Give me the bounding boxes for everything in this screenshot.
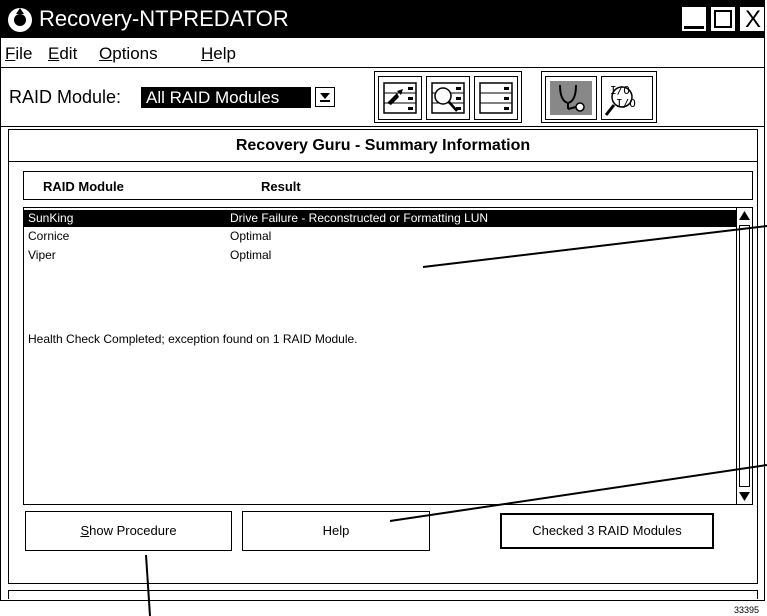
icon-io-text-top: I/O [610,84,630,97]
dropdown-arrow-icon[interactable] [315,87,335,107]
raid-module-select[interactable]: All RAID Modules [141,87,311,108]
menu-help-label: elp [213,44,236,63]
show-procedure-button[interactable]: Show Procedure [25,511,232,551]
menu-file-label: ile [15,44,33,63]
menu-edit-accel: E [48,44,60,63]
status-bar [8,590,758,599]
toolbar: RAID Module: All RAID Modules I/O I/O [1,69,764,127]
scroll-up-icon[interactable] [737,209,752,223]
scroll-down-icon[interactable] [737,489,752,503]
title-bar: Recovery-NTPREDATOR X [1,1,764,38]
menu-options-label: ptions [112,44,158,63]
menu-edit[interactable]: Edit [48,44,77,64]
summary-panel: Recovery Guru - Summary Information RAID… [8,129,758,584]
vertical-scrollbar[interactable] [736,208,752,504]
menu-bar: File Edit Options Help [1,38,764,68]
menu-edit-label: dit [59,44,78,63]
recovery-toolbar-group: I/O I/O [541,71,657,123]
status-icon[interactable] [426,76,470,120]
list-item-result: Drive Failure - Reconstructed or Formatt… [230,211,489,225]
configuration-icon[interactable] [378,76,422,120]
list-item-module: Cornice [28,229,70,243]
show-procedure-label: how Procedure [89,523,177,538]
list-item[interactable]: SunKing Drive Failure - Reconstructed or… [24,210,737,227]
minimize-button[interactable] [682,7,706,31]
list-item-module: Viper [28,248,56,262]
column-header-result: Result [261,179,301,194]
list-item-result: Optimal [230,248,272,262]
show-procedure-accel: S [80,523,90,538]
column-header-module: RAID Module [43,179,124,194]
raid-module-icon[interactable]: I/O I/O [601,76,653,120]
recovery-icon[interactable] [474,76,518,120]
maintenance-icon[interactable] [545,76,597,120]
menu-file[interactable]: File [5,44,32,64]
icon-io-text-bottom: I/O [616,97,636,110]
application-toolbar-group [374,71,522,123]
window-title: Recovery-NTPREDATOR [39,6,289,31]
list-item-module: SunKing [28,211,74,225]
list-item-result: Optimal [230,229,272,243]
figure-number: 33395 [733,605,759,615]
panel-divider [9,161,757,162]
raid-module-label: RAID Module: [9,87,122,107]
menu-options-accel: O [99,44,113,63]
menu-help[interactable]: Help [201,44,236,64]
results-list[interactable]: SunKing Drive Failure - Reconstructed or… [23,207,753,505]
health-check-message: Health Check Completed; exception found … [28,332,358,346]
scrollbar-track[interactable] [739,225,750,487]
status-indicator: Checked 3 RAID Modules [500,513,714,549]
list-item[interactable]: Cornice Optimal [24,228,737,245]
menu-file-accel: F [5,44,16,63]
menu-options[interactable]: Options [99,44,158,64]
close-button[interactable]: X [740,7,764,32]
recovery-window: Recovery-NTPREDATOR X File Edit Options … [0,0,765,601]
panel-title: Recovery Guru - Summary Information [235,137,531,154]
list-item[interactable]: Viper Optimal [24,247,737,264]
maximize-button[interactable] [711,7,735,31]
column-header-row: RAID Module Result [23,171,753,200]
app-logo-icon [8,8,32,32]
help-button[interactable]: Help [242,511,430,551]
menu-help-accel: H [201,44,214,63]
